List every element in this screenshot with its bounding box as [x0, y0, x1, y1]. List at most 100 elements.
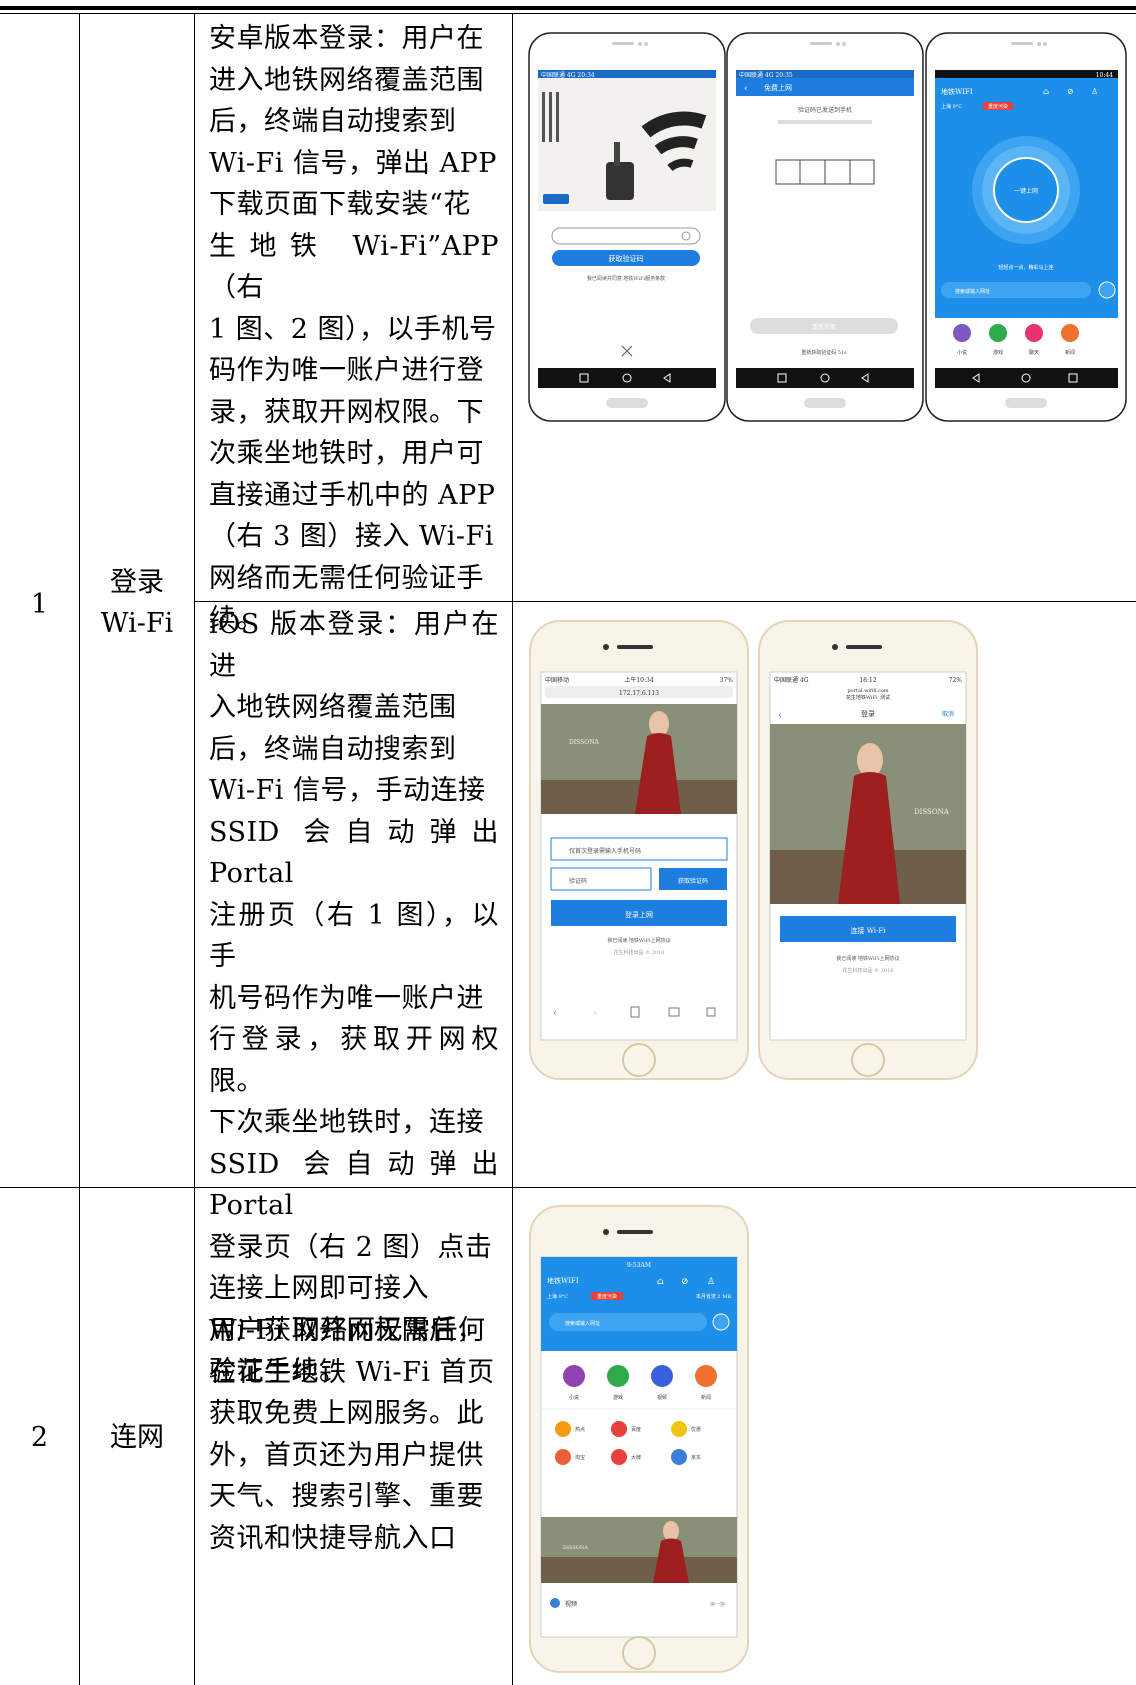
table-top-border-thin: [0, 13, 1136, 14]
status-bar-text: 中国联通 4G 20:34: [541, 71, 595, 79]
ad-brand: DISSONA: [914, 808, 950, 816]
weather-text: 上海 9°C: [547, 1293, 568, 1300]
text-line: 天气、搜索引擎、重要: [209, 1481, 484, 1512]
android-phone-1-screenshot: 中国联通 4G 20:34 获取验证码 我已阅读并同意 地铁WiFi服务条款: [528, 32, 726, 422]
text-line: 进入地铁网络覆盖范围: [209, 64, 484, 96]
text-line: SSID 会自动弹出 Portal: [209, 1148, 499, 1222]
clock-text: 18:12: [859, 677, 876, 684]
link-label: 京东: [691, 1454, 701, 1461]
header-title: 免费上网: [764, 83, 792, 92]
pollution-badge: 重度污染: [597, 1293, 617, 1300]
hint-text: 轻轻点一点，精彩马上连: [998, 264, 1053, 271]
text-line: iOS 版本登录：用户在进: [209, 609, 499, 682]
text-line: 码作为唯一账户进行登: [209, 355, 484, 386]
tile-label: 新闻: [1065, 349, 1075, 356]
url-bar: 172.17.6.113: [619, 690, 659, 697]
app-title: 地铁WIFI: [941, 87, 973, 96]
text-line: 入地铁网络覆盖范围: [209, 692, 457, 723]
link-label: 大牌: [631, 1454, 641, 1461]
home-icon: ⌂: [657, 1277, 664, 1287]
refresh-link: 换一换: [710, 1601, 725, 1608]
terms-link: 我已阅读并同意 地铁WiFi服务条款: [587, 275, 665, 282]
table-top-border: [0, 6, 1136, 10]
status-bar-text: 中国联通 4G 20:35: [739, 71, 793, 79]
text-line: 录，获取开网权限。下: [209, 396, 484, 428]
text-line: 在花生地铁 Wi-Fi 首页: [209, 1356, 495, 1388]
user-icon: ♙: [707, 1277, 715, 1287]
get-code-label: 获取验证码: [678, 877, 708, 885]
portal-ssid: 花生地铁WiFi_测试: [846, 694, 890, 701]
home-icon: ⌂: [1043, 87, 1049, 96]
android-phone-2-screenshot: 中国联通 4G 20:35 ‹ 免费上网 验证码已发送到手机 重新获取 重新获取…: [726, 32, 924, 422]
pollution-badge: 重度污染: [988, 103, 1008, 110]
text-line: 安卓版本登录：用户在: [209, 23, 484, 54]
weather-text: 上海 9°C: [941, 103, 962, 110]
row-title-2: 连网: [110, 1422, 164, 1453]
link-label: 优惠: [691, 1426, 701, 1433]
tile-label: 新闻: [701, 1394, 711, 1401]
text-line: 1 图、2 图），以手机号: [209, 313, 497, 345]
sent-text: 验证码已发送到手机: [798, 106, 852, 114]
compass-icon: ⊘: [1067, 87, 1074, 96]
tile-label: 小说: [957, 349, 967, 356]
link-label: 热点: [575, 1426, 585, 1433]
text-line: 外，首页还为用户提供: [209, 1439, 484, 1471]
connect-description: 用户获取开网权限后， 在花生地铁 Wi-Fi 首页 获取免费上网服务。此 外，首…: [209, 1310, 499, 1559]
status-bar-time: 10:44: [1096, 72, 1113, 79]
carrier-text: 中国联通 4G: [774, 676, 809, 684]
clock-text: 上午10:34: [624, 676, 653, 684]
back-icon: ‹: [553, 1008, 557, 1019]
battery-text: 72%: [949, 677, 963, 684]
search-field: 搜索或输入网址: [955, 288, 990, 295]
ios-phone-2-screenshot: 中国联通 4G 18:12 72% portal.wifi8.com 花生地铁W…: [758, 620, 978, 1080]
footer-text: 花生科技出品 © 2016: [614, 949, 665, 956]
text-line: 获取免费上网服务。此: [209, 1398, 484, 1429]
carrier-text: 中国移动: [545, 676, 569, 684]
link-label: 淘宝: [575, 1454, 585, 1461]
login-label: 登录上网: [625, 910, 653, 919]
text-line: 次乘坐地铁时，用户可: [209, 438, 484, 469]
usage-text: 本月省流 2 MB: [696, 1293, 731, 1300]
text-line: 行登录，获取开网权限。: [209, 1024, 499, 1097]
agree-text: 我已阅读 地铁WiFi上网协议: [836, 955, 899, 962]
text-line: 下次乘坐地铁时，连接: [209, 1107, 484, 1138]
ad-brand: DISSONA: [563, 1545, 588, 1551]
text-line: 注册页（右 1 图），以手: [209, 899, 499, 973]
battery-text: 37%: [720, 677, 734, 684]
row-title-1-line1: 登录: [110, 567, 164, 598]
row-index-2: 2: [30, 1422, 49, 1453]
text-line: 连接上网即可接入: [209, 1273, 429, 1304]
row-title-1-line2: Wi-Fi: [100, 608, 174, 639]
tile-label: 小说: [569, 1394, 579, 1401]
tile-label: 游戏: [993, 349, 1003, 356]
text-line: 直接通过手机中的 APP: [209, 479, 496, 511]
cancel-link: 取消: [942, 710, 954, 718]
col-divider-2: [194, 14, 195, 1685]
phone-input: 仅首次登录需输入手机号码: [569, 847, 641, 855]
app-title: 地铁WIFI: [547, 1276, 579, 1285]
text-line: 下载页面下载安装“花: [209, 189, 471, 220]
link-label: 百度: [631, 1426, 641, 1433]
text-line: 后，终端自动搜索到: [209, 733, 457, 765]
text-line: 网络而无需任何验证手: [209, 562, 484, 594]
compass-icon: ⊘: [681, 1277, 689, 1287]
ios-phone-1-screenshot: 中国移动 上午10:34 37% 172.17.6.113 DISSONA 仅首…: [529, 620, 749, 1080]
tile-label: 聊天: [1029, 349, 1039, 356]
text-line: 用户获取开网权限后，: [209, 1315, 484, 1346]
page-title: 登录: [861, 709, 875, 718]
forward-icon: ›: [593, 1008, 597, 1019]
section-title: 视频: [565, 1600, 577, 1608]
col-divider-3: [512, 14, 513, 1685]
android-phone-3-screenshot: 10:44 地铁WIFI ⌂ ⊘ ♙ 上海 9°C 重度污染 一键上网 轻轻点一…: [925, 32, 1127, 422]
back-icon: ‹: [778, 710, 782, 721]
text-line: 生地铁 Wi-Fi”APP（右: [209, 230, 499, 304]
portal-url: portal.wifi8.com: [847, 688, 889, 694]
text-line: 登录页（右 2 图）点击: [209, 1231, 493, 1263]
home-phone-screenshot: 9:53AM 地铁WIFI ⌂ ⊘ ♙ 上海 9°C 重度污染 本月省流 2 M…: [529, 1205, 749, 1673]
countdown-text: 重新获取验证码 51s: [801, 349, 847, 356]
back-icon: ‹: [744, 84, 748, 94]
android-description: 安卓版本登录：用户在 进入地铁网络覆盖范围 后，终端自动搜索到 Wi-Fi 信号…: [209, 18, 499, 641]
resend-label: 重新获取: [812, 323, 836, 331]
tile-label: 视频: [657, 1394, 667, 1401]
get-code-label: 获取验证码: [609, 254, 644, 263]
